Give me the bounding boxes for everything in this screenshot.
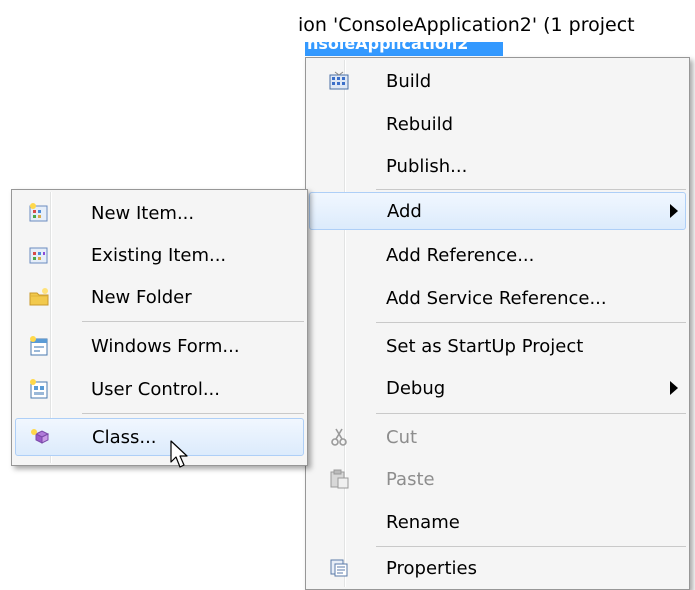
- menu-item-add-service-reference[interactable]: Add Service Reference...: [309, 279, 686, 317]
- menu-item-label: Debug: [386, 378, 446, 399]
- submenu-item-label: User Control...: [91, 379, 220, 400]
- menu-item-label: Properties: [386, 558, 477, 579]
- project-node[interactable]: nsoleApplication2: [305, 42, 503, 56]
- menu-item-label: Build: [386, 71, 432, 92]
- submenu-arrow-icon: [670, 381, 678, 395]
- user-control-icon: [30, 379, 48, 399]
- submenu-item-class[interactable]: Class...: [15, 418, 304, 456]
- submenu-item-new-item[interactable]: New Item...: [15, 194, 304, 232]
- menu-item-publish[interactable]: Publish...: [309, 147, 686, 185]
- menu-item-label: Paste: [386, 469, 435, 490]
- add-submenu: New Item... Existing Item... New Folder: [11, 189, 308, 466]
- submenu-item-windows-form[interactable]: Windows Form...: [15, 327, 304, 365]
- project-context-menu: Build Rebuild Publish... Add Add Referen…: [305, 57, 690, 590]
- properties-icon: [330, 559, 348, 577]
- menu-item-build[interactable]: Build: [309, 62, 686, 100]
- menu-item-label: Add: [387, 201, 422, 222]
- submenu-item-label: New Item...: [91, 203, 195, 224]
- submenu-item-new-folder[interactable]: New Folder: [15, 278, 304, 316]
- submenu-item-existing-item[interactable]: Existing Item...: [15, 236, 304, 274]
- new-item-icon: [29, 203, 48, 222]
- existing-item-icon: [29, 247, 48, 264]
- menu-item-add-reference[interactable]: Add Reference...: [309, 236, 686, 274]
- menu-item-label: Add Reference...: [386, 245, 535, 266]
- menu-separator: [82, 321, 304, 322]
- windows-form-icon: [30, 336, 48, 356]
- project-node-label: nsoleApplication2: [307, 42, 469, 53]
- menu-item-set-startup[interactable]: Set as StartUp Project: [309, 327, 686, 365]
- build-icon: [329, 71, 349, 90]
- menu-item-label: Cut: [386, 427, 418, 448]
- submenu-item-label: Class...: [92, 427, 157, 448]
- mouse-cursor-icon: [170, 440, 188, 468]
- menu-separator: [376, 189, 686, 190]
- submenu-item-label: Existing Item...: [91, 245, 227, 266]
- new-folder-icon: [29, 288, 49, 306]
- menu-item-rebuild[interactable]: Rebuild: [309, 105, 686, 143]
- menu-item-add[interactable]: Add: [309, 192, 686, 230]
- menu-item-paste[interactable]: Paste: [309, 460, 686, 498]
- submenu-arrow-icon: [670, 204, 678, 218]
- menu-item-label: Rebuild: [386, 114, 454, 135]
- paste-icon: [330, 469, 349, 489]
- menu-item-label: Rename: [386, 512, 460, 533]
- menu-separator: [376, 322, 686, 323]
- menu-item-properties[interactable]: Properties: [309, 549, 686, 587]
- menu-item-label: Add Service Reference...: [386, 288, 607, 309]
- class-icon: [31, 429, 50, 444]
- submenu-item-label: Windows Form...: [91, 336, 240, 357]
- menu-item-label: Publish...: [386, 156, 468, 177]
- menu-item-cut[interactable]: Cut: [309, 418, 686, 456]
- scissors-icon: [331, 428, 347, 446]
- menu-separator: [376, 413, 686, 414]
- solution-title: ion 'ConsoleApplication2' (1 project: [298, 14, 635, 36]
- menu-item-debug[interactable]: Debug: [309, 369, 686, 407]
- submenu-item-label: New Folder: [91, 287, 192, 308]
- menu-separator: [82, 413, 304, 414]
- submenu-item-user-control[interactable]: User Control...: [15, 370, 304, 408]
- menu-item-rename[interactable]: Rename: [309, 503, 686, 541]
- menu-item-label: Set as StartUp Project: [386, 336, 584, 357]
- menu-separator: [376, 546, 686, 547]
